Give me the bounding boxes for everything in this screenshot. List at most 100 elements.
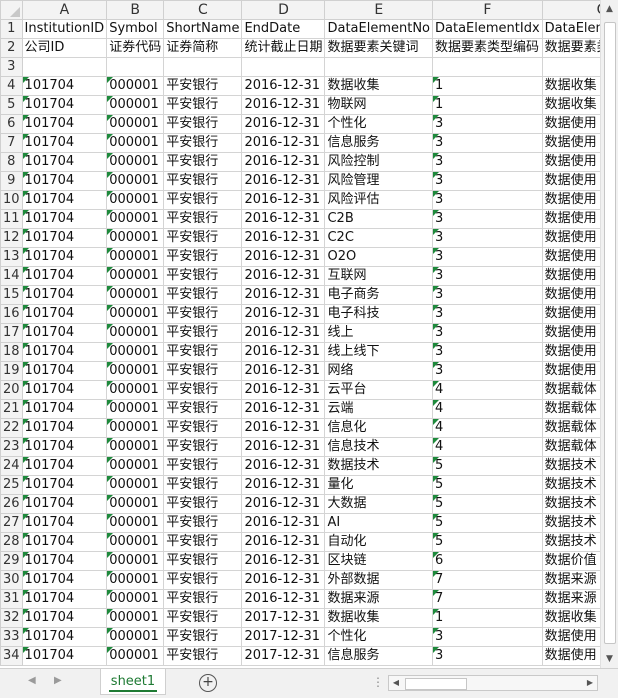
cell[interactable]: 3 bbox=[432, 133, 543, 153]
cell[interactable] bbox=[541, 57, 600, 77]
cell[interactable]: 平安银行 bbox=[163, 209, 243, 229]
cell[interactable]: 000001 bbox=[106, 76, 165, 96]
cell[interactable]: 101704 bbox=[21, 399, 108, 419]
row-header[interactable]: 19 bbox=[0, 361, 23, 381]
cell[interactable]: 数据要素关键词 bbox=[324, 38, 434, 58]
row-header[interactable]: 20 bbox=[0, 380, 23, 400]
cell[interactable]: 数据技术 bbox=[541, 456, 600, 476]
cell[interactable]: 数据载体 bbox=[541, 418, 600, 438]
cell[interactable]: 电子科技 bbox=[324, 304, 434, 324]
cell[interactable]: 数据技术 bbox=[541, 494, 600, 514]
cell[interactable]: 3 bbox=[432, 171, 543, 191]
vertical-scrollbar[interactable]: ▲ ▼ bbox=[600, 0, 618, 668]
cell[interactable]: 3 bbox=[432, 342, 543, 362]
cell[interactable]: 000001 bbox=[106, 342, 165, 362]
cell[interactable]: 2016-12-31 bbox=[241, 361, 326, 381]
cell[interactable]: 2016-12-31 bbox=[241, 589, 326, 609]
cell[interactable]: 平安银行 bbox=[163, 76, 243, 96]
cell[interactable]: 数据技术 bbox=[541, 513, 600, 533]
row-header[interactable]: 4 bbox=[0, 76, 23, 96]
cell[interactable]: 互联网 bbox=[324, 266, 434, 286]
cell[interactable]: 风险控制 bbox=[324, 152, 434, 172]
cell[interactable]: 000001 bbox=[106, 437, 165, 457]
cell[interactable]: 3 bbox=[432, 361, 543, 381]
cell[interactable]: 数据使用 bbox=[541, 190, 600, 210]
cell[interactable]: 000001 bbox=[106, 171, 165, 191]
cell[interactable]: 数据技术 bbox=[541, 475, 600, 495]
cell[interactable]: 平安银行 bbox=[163, 380, 243, 400]
row-header[interactable]: 10 bbox=[0, 190, 23, 210]
cell[interactable]: 风险评估 bbox=[324, 190, 434, 210]
cell[interactable]: 平安银行 bbox=[163, 114, 243, 134]
cell[interactable]: 数据使用 bbox=[541, 266, 600, 286]
cell[interactable]: 2016-12-31 bbox=[241, 95, 326, 115]
cell[interactable]: 平安银行 bbox=[163, 133, 243, 153]
cell[interactable]: 2016-12-31 bbox=[241, 456, 326, 476]
cell[interactable]: 公司ID bbox=[21, 38, 108, 58]
cell[interactable]: 平安银行 bbox=[163, 589, 243, 609]
cell[interactable]: 2016-12-31 bbox=[241, 342, 326, 362]
cell[interactable]: 000001 bbox=[106, 418, 165, 438]
column-header-b[interactable]: B bbox=[106, 0, 165, 20]
cell[interactable]: 数据使用 bbox=[541, 114, 600, 134]
cell[interactable]: 2016-12-31 bbox=[241, 399, 326, 419]
cell[interactable] bbox=[324, 57, 434, 77]
cell[interactable]: 000001 bbox=[106, 494, 165, 514]
cell[interactable]: 数据使用 bbox=[541, 304, 600, 324]
cell[interactable]: 数据使用 bbox=[541, 361, 600, 381]
cell[interactable]: 4 bbox=[432, 399, 543, 419]
cell[interactable]: 平安银行 bbox=[163, 532, 243, 552]
cell[interactable]: 数据技术 bbox=[541, 532, 600, 552]
cell[interactable]: 数据要素类型 bbox=[541, 38, 600, 58]
cell[interactable]: 平安银行 bbox=[163, 456, 243, 476]
cell[interactable]: 2016-12-31 bbox=[241, 475, 326, 495]
cell[interactable]: 101704 bbox=[21, 513, 108, 533]
cell[interactable]: 1 bbox=[432, 95, 543, 115]
cell[interactable]: 平安银行 bbox=[163, 247, 243, 267]
cell[interactable]: DataElementType bbox=[541, 19, 600, 39]
cell[interactable] bbox=[21, 57, 108, 77]
cell[interactable]: DataElementNo bbox=[324, 19, 434, 39]
cell[interactable]: 数据使用 bbox=[541, 171, 600, 191]
cell[interactable]: 数据收集 bbox=[541, 608, 600, 628]
row-header[interactable]: 16 bbox=[0, 304, 23, 324]
row-header[interactable]: 13 bbox=[0, 247, 23, 267]
cell[interactable]: 101704 bbox=[21, 646, 108, 666]
row-header[interactable]: 8 bbox=[0, 152, 23, 172]
cell[interactable]: 3 bbox=[432, 627, 543, 647]
row-header[interactable]: 31 bbox=[0, 589, 23, 609]
cell[interactable]: 101704 bbox=[21, 304, 108, 324]
cell[interactable]: 云端 bbox=[324, 399, 434, 419]
row-header[interactable]: 9 bbox=[0, 171, 23, 191]
cell[interactable]: 2016-12-31 bbox=[241, 190, 326, 210]
cell[interactable]: 数据收集 bbox=[541, 95, 600, 115]
cell[interactable]: 000001 bbox=[106, 570, 165, 590]
cell[interactable]: 平安银行 bbox=[163, 95, 243, 115]
cell[interactable] bbox=[241, 57, 326, 77]
cell[interactable]: 2016-12-31 bbox=[241, 437, 326, 457]
row-header[interactable]: 27 bbox=[0, 513, 23, 533]
cell[interactable]: 平安银行 bbox=[163, 342, 243, 362]
cell[interactable]: 2016-12-31 bbox=[241, 266, 326, 286]
row-header[interactable]: 23 bbox=[0, 437, 23, 457]
cell[interactable]: 101704 bbox=[21, 190, 108, 210]
horizontal-scrollbar[interactable]: ◀ ▶ bbox=[388, 675, 598, 691]
row-header[interactable]: 1 bbox=[0, 19, 23, 39]
cell[interactable]: 6 bbox=[432, 551, 543, 571]
cell[interactable]: DataElementIdx bbox=[432, 19, 543, 39]
cell[interactable]: 量化 bbox=[324, 475, 434, 495]
cell[interactable]: 数据载体 bbox=[541, 399, 600, 419]
cell[interactable]: 3 bbox=[432, 266, 543, 286]
cell[interactable]: 数据使用 bbox=[541, 323, 600, 343]
cell[interactable]: 4 bbox=[432, 380, 543, 400]
cell[interactable]: 2016-12-31 bbox=[241, 228, 326, 248]
cell[interactable]: 7 bbox=[432, 589, 543, 609]
cell[interactable]: 7 bbox=[432, 570, 543, 590]
cell[interactable]: 信息化 bbox=[324, 418, 434, 438]
cell[interactable]: 平安银行 bbox=[163, 646, 243, 666]
cell[interactable]: 101704 bbox=[21, 418, 108, 438]
scroll-up-icon[interactable]: ▲ bbox=[601, 0, 618, 18]
cell[interactable]: 数据使用 bbox=[541, 152, 600, 172]
cell[interactable]: 平安银行 bbox=[163, 304, 243, 324]
cell[interactable]: 000001 bbox=[106, 114, 165, 134]
